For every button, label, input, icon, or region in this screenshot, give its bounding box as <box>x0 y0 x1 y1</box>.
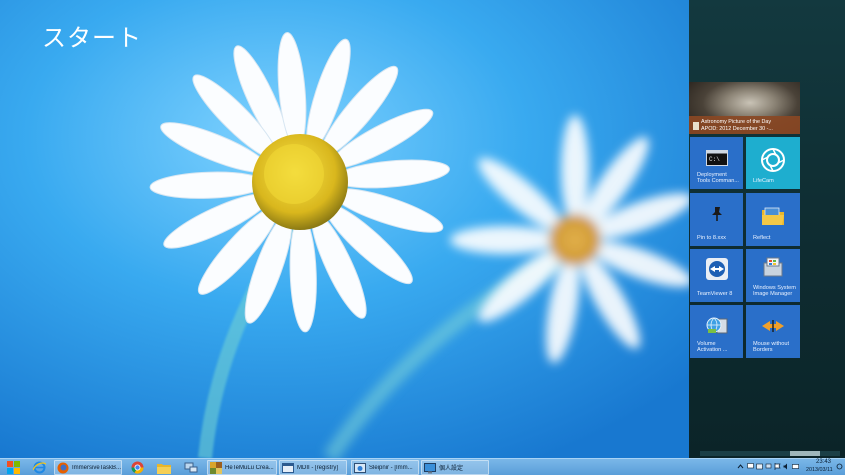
taskbar-button-hetemulu[interactable]: HeTeMuLu Crea... <box>207 460 277 475</box>
folder-icon <box>157 463 171 474</box>
chrome-button[interactable] <box>124 459 150 475</box>
file-explorer-button[interactable] <box>151 459 177 475</box>
tile-label: TeamViewer 8 <box>697 291 733 298</box>
svg-text:C:\: C:\ <box>709 156 720 163</box>
daisy-illustration <box>0 0 689 458</box>
camera-lens-icon <box>761 148 785 172</box>
browser-window-icon <box>354 462 366 473</box>
taskbar-button-personalize[interactable]: 個人設定 <box>421 460 489 475</box>
folder-icon <box>762 207 784 225</box>
tile-pin-to[interactable]: Pin to 8.xxx <box>690 193 743 246</box>
network-button[interactable] <box>178 459 204 475</box>
tile-title: Astronomy Picture of the Day <box>701 119 772 125</box>
taskbar-button-label: MDII - [registry] <box>297 464 339 471</box>
tile-label: Pin to 8.xxx <box>697 235 726 242</box>
mosaic-app-icon <box>210 461 222 474</box>
system-image-icon <box>763 257 783 277</box>
message-icon[interactable] <box>756 463 763 470</box>
keyboard-icon[interactable] <box>792 463 799 470</box>
taskbar-button-immersivetaskb[interactable]: ImmersiveTaskB... <box>54 460 122 475</box>
tile-astronomy-picture[interactable]: Astronomy Picture of the Day APOD: 2012 … <box>689 82 800 134</box>
internet-explorer-icon <box>32 461 46 474</box>
tile-teamviewer[interactable]: TeamViewer 8 <box>690 249 743 302</box>
firefox-icon <box>57 462 69 473</box>
chat-icon[interactable] <box>747 463 754 470</box>
tile-label: Mouse without Borders <box>753 340 790 354</box>
tile-reflect[interactable]: Reflect <box>746 193 800 246</box>
taskbar-button-label: Sleipnir - [Imm... <box>369 464 413 471</box>
command-prompt-icon: C:\ <box>705 150 728 166</box>
taskbar-button-label: 個人設定 <box>439 466 464 472</box>
tile-lifecam[interactable]: LifeCam <box>746 137 800 189</box>
desktop-wallpaper <box>0 0 689 458</box>
globe-server-icon <box>706 317 727 334</box>
chevron-up-icon[interactable] <box>737 463 744 470</box>
taskbar: ImmersiveTaskB... HeTeMuLu Crea... MDII … <box>0 458 845 475</box>
flag-icon[interactable] <box>774 463 781 470</box>
start-title: スタート <box>42 24 142 52</box>
network-computer-icon <box>184 462 198 472</box>
windows-logo-icon <box>6 461 20 474</box>
pin-icon <box>711 207 722 221</box>
internet-explorer-button[interactable] <box>26 459 52 475</box>
tile-subtitle: APOD: 2012 December 30 -... <box>701 126 773 132</box>
tile-label: Volume Activation ... <box>697 340 728 354</box>
taskbar-button-label: ImmersiveTaskB... <box>72 464 121 471</box>
taskbar-button-mdii[interactable]: MDII - [registry] <box>279 460 347 475</box>
tile-label: Reflect <box>753 235 771 242</box>
tile-system-image-manager[interactable]: Windows System Image Manager <box>746 249 800 302</box>
start-button[interactable] <box>0 459 26 475</box>
volume-icon[interactable] <box>783 463 790 470</box>
taskbar-button-label: HeTeMuLu Crea... <box>225 464 274 471</box>
tile-deployment-tools[interactable]: C:\ Deployment Tools Comman... <box>690 137 743 189</box>
window-app-icon <box>282 462 294 473</box>
clock-date[interactable]: 2013/03/11 <box>806 467 833 473</box>
personalize-icon <box>424 462 436 473</box>
scrollbar-thumb[interactable] <box>790 451 820 456</box>
tile-volume-activation[interactable]: Volume Activation ... <box>690 305 743 358</box>
tile-label: Deployment Tools Comman... <box>697 171 739 185</box>
power-icon[interactable] <box>836 463 843 470</box>
app-badge-icon <box>693 122 699 130</box>
start-panel-scrollbar[interactable] <box>700 451 840 456</box>
clock-time[interactable]: 23:43 <box>816 459 831 465</box>
tile-info-bar: Astronomy Picture of the Day APOD: 2012 … <box>689 116 800 134</box>
network-icon[interactable] <box>765 463 772 470</box>
tile-mouse-without-borders[interactable]: Mouse without Borders <box>746 305 800 358</box>
tile-label: LifeCam <box>753 178 774 185</box>
taskbar-button-sleipnir[interactable]: Sleipnir - [Imm... <box>351 460 419 475</box>
tile-label: Windows System Image Manager <box>753 284 796 298</box>
teamviewer-icon <box>705 258 728 280</box>
chrome-icon <box>131 461 143 474</box>
mouse-arrows-icon <box>762 320 784 332</box>
